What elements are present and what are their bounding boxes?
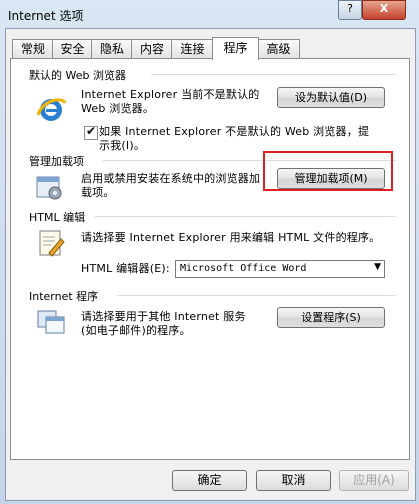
html-editor-value: Microsoft Office Word [180, 263, 307, 274]
tab-security[interactable]: 安全 [52, 39, 93, 59]
addons-line1: 启用或禁用安装在系统中的浏览器加 [81, 172, 261, 185]
title-bar: Internet 选项 ? X [0, 0, 419, 28]
addons-line2: 载项。 [81, 186, 115, 199]
internet-programs-line1: 请选择要用于其他 Internet 服务 [81, 310, 246, 323]
dialog-client: 常规 安全 隐私 内容 连接 程序 高级 默认的 Web 浏览器 Interne… [5, 28, 416, 501]
programs-panel: 默认的 Web 浏览器 Internet Explorer 当前不是默认的 We… [10, 58, 410, 460]
tab-programs[interactable]: 程序 [212, 37, 259, 60]
close-button[interactable]: X [362, 0, 406, 20]
html-editing-group-title: HTML 编辑 [29, 211, 86, 224]
red-highlight-box [263, 151, 393, 191]
html-editor-icon [39, 230, 65, 257]
ok-button[interactable]: 确定 [172, 470, 247, 491]
tab-advanced[interactable]: 高级 [257, 39, 300, 59]
default-browser-checkbox[interactable]: ✔ [84, 124, 98, 140]
default-browser-line2: Web 浏览器。 [81, 102, 155, 115]
group-divider [95, 216, 396, 217]
html-editor-label: HTML 编辑器(E): [81, 262, 170, 275]
internet-explorer-icon [36, 98, 67, 121]
window-title: Internet 选项 [8, 9, 84, 23]
default-browser-group-title: 默认的 Web 浏览器 [29, 69, 126, 82]
checkbox-label-line1: 如果 Internet Explorer 不是默认的 Web 浏览器，提 [99, 125, 370, 138]
addons-group-title: 管理加载项 [29, 155, 84, 168]
set-default-button[interactable]: 设为默认值(D) [277, 87, 385, 108]
tab-connections[interactable]: 连接 [171, 39, 214, 59]
checkbox-label-line2: 示我(I)。 [99, 139, 146, 152]
html-editing-description: 请选择要 Internet Explorer 用来编辑 HTML 文件的程序。 [81, 231, 381, 244]
cancel-button[interactable]: 取消 [256, 470, 331, 491]
apply-button[interactable]: 应用(A) [339, 470, 409, 491]
tab-content[interactable]: 内容 [131, 39, 173, 59]
group-divider [151, 74, 396, 75]
internet-programs-line2: (如电子邮件)的程序。 [81, 324, 191, 337]
html-editor-select[interactable]: Microsoft Office Word ▼ [175, 260, 385, 278]
tab-general[interactable]: 常规 [12, 39, 54, 59]
internet-options-window: Internet 选项 ? X 常规 安全 隐私 内容 连接 程序 高级 默认的… [0, 0, 419, 504]
internet-programs-group-title: Internet 程序 [29, 290, 99, 303]
default-browser-line1: Internet Explorer 当前不是默认的 [81, 88, 260, 101]
manage-addons-icon [36, 176, 62, 200]
set-programs-button[interactable]: 设置程序(S) [277, 307, 385, 328]
help-button[interactable]: ? [338, 0, 362, 20]
tab-privacy[interactable]: 隐私 [91, 39, 133, 59]
checkmark-icon: ✔ [86, 124, 97, 138]
internet-programs-icon [37, 310, 65, 334]
dropdown-arrow-icon[interactable]: ▼ [374, 262, 381, 272]
group-divider [117, 295, 396, 296]
